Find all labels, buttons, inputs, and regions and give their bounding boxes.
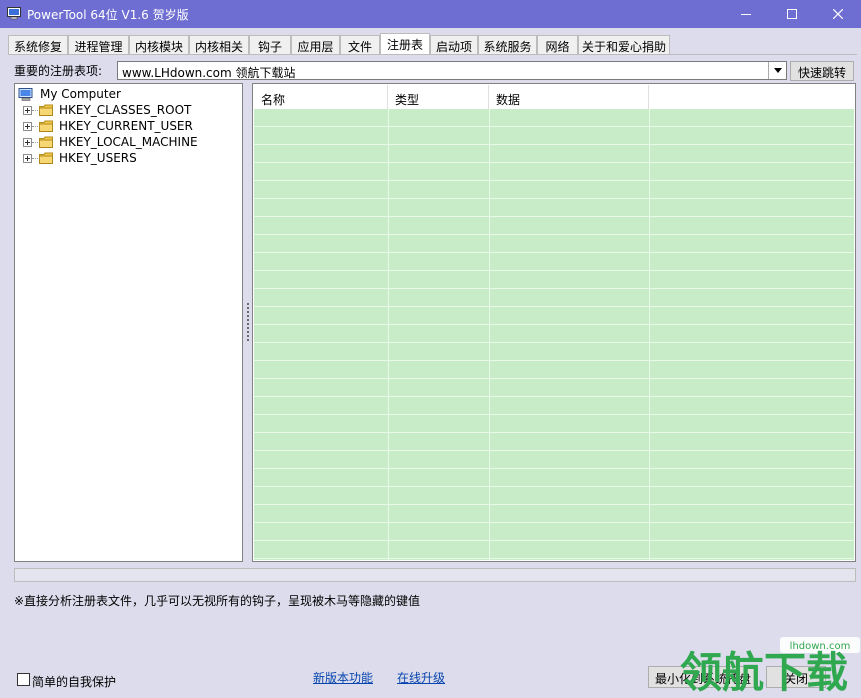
column-header-name[interactable]: 名称	[254, 85, 388, 109]
splitter-grip	[247, 323, 249, 325]
computer-icon	[18, 88, 33, 101]
minimize-button[interactable]	[723, 0, 769, 28]
close-window-button[interactable]	[815, 0, 861, 28]
column-header-empty	[649, 85, 854, 109]
hint-text: ※直接分析注册表文件，几乎可以无视所有的钩子，呈现被木马等隐藏的键值	[14, 594, 421, 608]
column-header-data[interactable]: 数据	[489, 85, 649, 109]
dropdown-arrow-icon[interactable]	[768, 62, 786, 79]
folder-icon	[39, 152, 53, 164]
expand-icon[interactable]	[23, 138, 32, 147]
tree-item[interactable]: HKEY_LOCAL_MACHINE	[21, 134, 231, 150]
important-keys-label: 重要的注册表项:	[14, 64, 103, 78]
expand-icon[interactable]	[23, 106, 32, 115]
splitter-grip	[247, 335, 249, 337]
column-header-type[interactable]: 类型	[388, 85, 489, 109]
pane-splitter[interactable]	[244, 83, 252, 562]
expand-icon[interactable]	[23, 154, 32, 163]
list-header: 名称 类型 数据	[254, 85, 854, 109]
column-divider	[489, 109, 490, 560]
list-body[interactable]	[254, 109, 854, 560]
status-bar	[14, 568, 856, 582]
tab-network[interactable]: 网络	[537, 35, 578, 54]
tab-system-services[interactable]: 系统服务	[478, 35, 537, 54]
registry-tree[interactable]: My Computer HKEY_CLASSES_ROOT HKEY_CURRE…	[14, 83, 243, 562]
main-tabs: 系统修复 进程管理 内核模块 内核相关 钩子 应用层 文件 注册表 启动项 系统…	[8, 33, 858, 55]
self-protect-label[interactable]: 简单的自我保护	[32, 673, 116, 690]
splitter-grip	[247, 315, 249, 317]
important-keys-combo[interactable]: www.LHdown.com 领航下载站	[117, 61, 787, 80]
tree-root-label: My Computer	[40, 87, 121, 101]
registry-values-list[interactable]: 名称 类型 数据	[252, 83, 856, 562]
splitter-grip	[247, 303, 249, 305]
tree-item[interactable]: HKEY_CLASSES_ROOT	[21, 102, 231, 118]
tree-item-label: HKEY_CURRENT_USER	[59, 119, 193, 133]
column-divider	[649, 109, 650, 560]
minimize-icon	[741, 9, 751, 19]
tab-about-donate[interactable]: 关于和爱心捐助	[578, 35, 670, 54]
folder-icon	[39, 136, 53, 148]
tab-hooks[interactable]: 钩子	[249, 35, 291, 54]
tree-root-my-computer[interactable]: My Computer	[18, 86, 218, 102]
tab-kernel-related[interactable]: 内核相关	[189, 35, 249, 54]
window-title: PowerTool 64位 V1.6 贺岁版	[27, 8, 189, 22]
tab-registry[interactable]: 注册表	[380, 33, 430, 54]
self-protect-checkbox[interactable]	[17, 673, 30, 686]
maximize-button[interactable]	[769, 0, 815, 28]
tab-system-repair[interactable]: 系统修复	[8, 35, 68, 54]
watermark-logo: lhdown.com 领航下载	[676, 632, 861, 697]
tab-application-layer[interactable]: 应用层	[291, 35, 340, 54]
tree-item-label: HKEY_LOCAL_MACHINE	[59, 135, 198, 149]
tab-kernel-modules[interactable]: 内核模块	[129, 35, 189, 54]
maximize-icon	[787, 9, 797, 19]
tab-startup[interactable]: 启动项	[430, 35, 478, 54]
splitter-grip	[247, 319, 249, 321]
tree-item[interactable]: HKEY_USERS	[21, 150, 231, 166]
splitter-grip	[247, 307, 249, 309]
splitter-grip	[247, 339, 249, 341]
folder-icon	[39, 104, 53, 116]
app-icon	[7, 7, 21, 20]
tab-files[interactable]: 文件	[340, 35, 380, 54]
tree-item-label: HKEY_USERS	[59, 151, 137, 165]
splitter-grip	[247, 327, 249, 329]
close-icon	[833, 9, 843, 19]
combo-value: www.LHdown.com 领航下载站	[122, 66, 296, 80]
online-upgrade-link[interactable]: 在线升级	[397, 669, 445, 686]
splitter-grip	[247, 331, 249, 333]
quick-jump-button[interactable]: 快速跳转	[790, 61, 854, 81]
splitter-grip	[247, 311, 249, 313]
tree-item[interactable]: HKEY_CURRENT_USER	[21, 118, 231, 134]
title-bar: PowerTool 64位 V1.6 贺岁版	[0, 0, 861, 28]
column-divider	[388, 109, 389, 560]
tree-item-label: HKEY_CLASSES_ROOT	[59, 103, 192, 117]
tab-process-manager[interactable]: 进程管理	[68, 35, 129, 54]
watermark-brand: 领航下载	[680, 648, 848, 695]
new-features-link[interactable]: 新版本功能	[313, 669, 373, 686]
folder-icon	[39, 120, 53, 132]
expand-icon[interactable]	[23, 122, 32, 131]
